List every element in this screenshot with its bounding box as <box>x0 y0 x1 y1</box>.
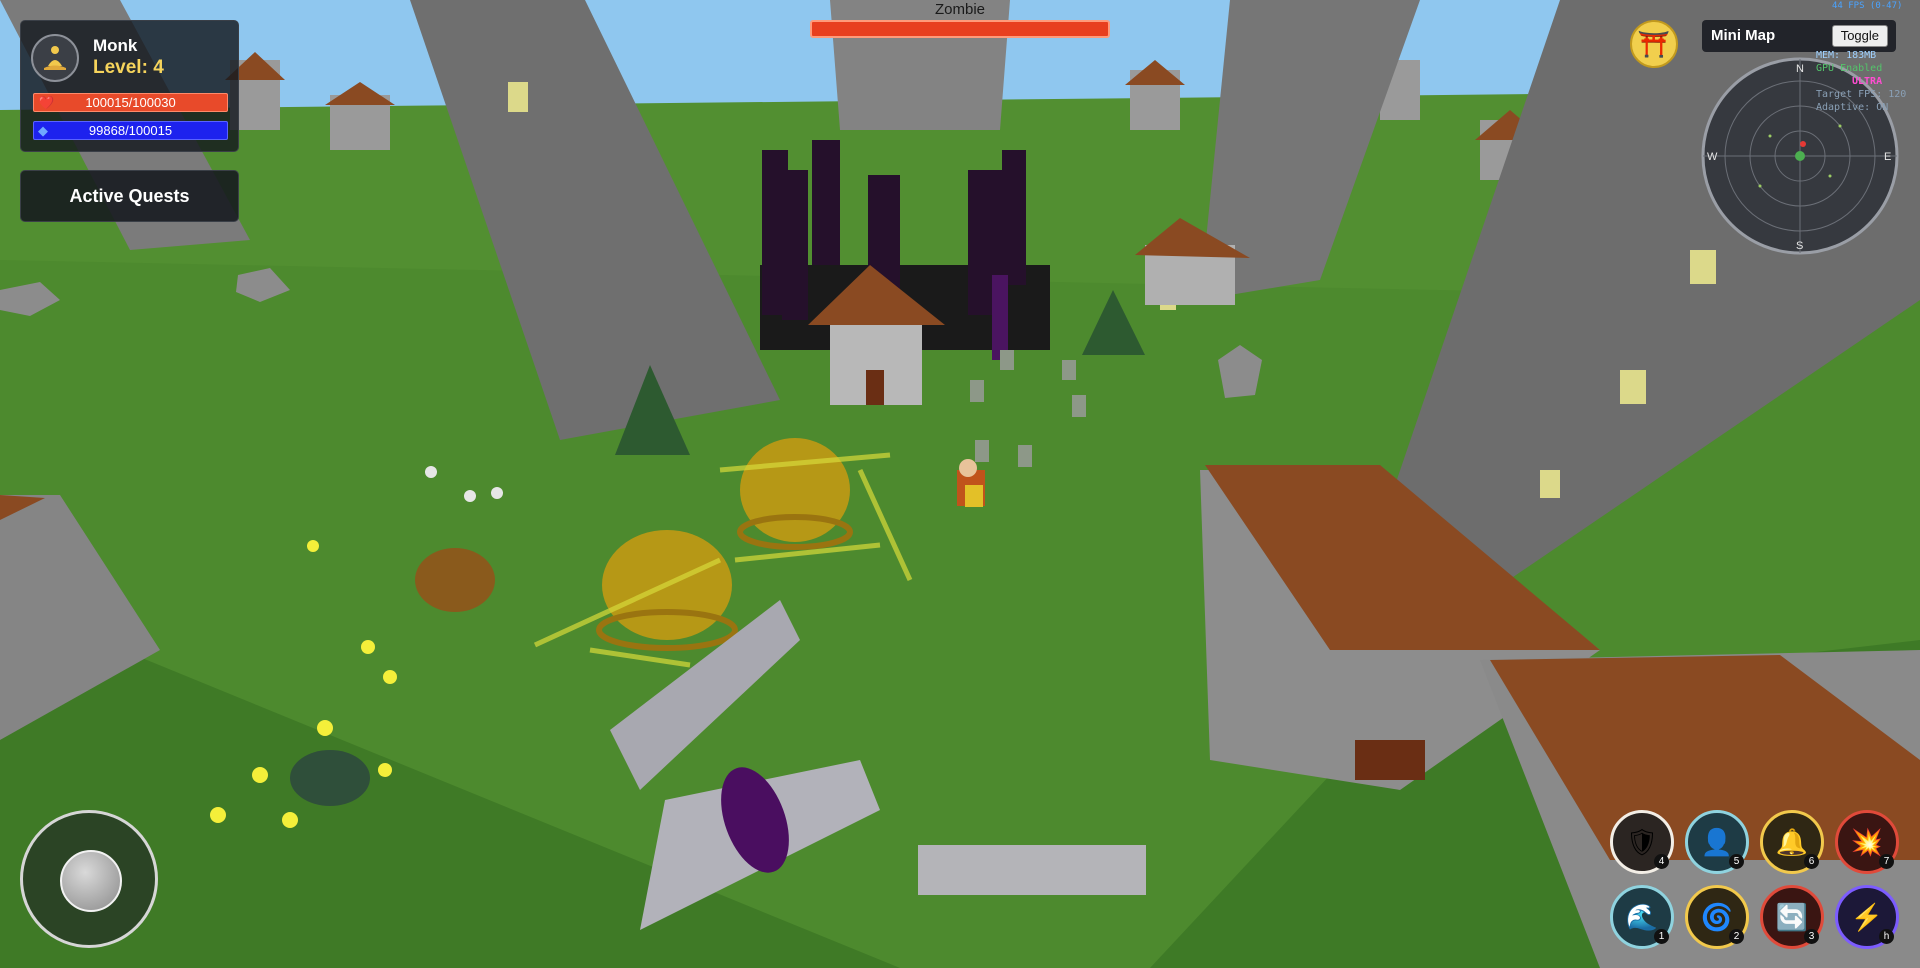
skill-button-7[interactable]: 💥 7 <box>1835 810 1899 874</box>
lightning-icon: ⚡ <box>1850 901 1884 932</box>
memory-readout: MEM: 183MB <box>1816 50 1877 61</box>
performance-overlay: 44 FPS (0-47) MEM: 183MB GPU Enabled ULT… <box>1816 0 1920 114</box>
skill-key-7: 7 <box>1879 854 1894 869</box>
skill-key-h: h <box>1879 929 1894 944</box>
target-name: Zombie <box>934 1 986 18</box>
skill-key-4: 4 <box>1654 854 1669 869</box>
skill-key-5: 5 <box>1729 854 1744 869</box>
compass-east: E <box>1884 151 1891 163</box>
player-name: Monk <box>93 36 138 55</box>
skill-button-2[interactable]: 🌀 2 <box>1685 885 1749 949</box>
mana-value: 99868/100015 <box>88 123 173 138</box>
compass-south: S <box>1796 240 1803 252</box>
skill-button-4[interactable]: 🛡 4 <box>1610 810 1674 874</box>
silhouette-icon: 👤 <box>1700 826 1734 857</box>
minimap-title: Mini Map <box>1711 27 1776 44</box>
bell-icon: 🔔 <box>1775 826 1809 857</box>
compass-west: W <box>1707 151 1718 163</box>
health-bar: ❤️ 100015/100030 <box>33 93 228 112</box>
virtual-joystick[interactable] <box>20 810 158 948</box>
meditating-monk-icon <box>31 34 79 82</box>
skill-button-h[interactable]: ⚡ h <box>1835 885 1899 949</box>
wave-icon: 🌊 <box>1625 901 1659 932</box>
adaptive-setting: Adaptive: ON <box>1816 102 1889 113</box>
active-quests-button[interactable]: Active Quests <box>20 170 239 222</box>
player-marker <box>1795 151 1805 161</box>
health-value: 100015/100030 <box>85 95 176 110</box>
torii-gate-icon[interactable]: ⛩️ <box>1630 20 1678 68</box>
enemy-marker <box>1800 141 1806 147</box>
target-fps: Target FPS: 120 <box>1816 89 1907 100</box>
shield-icon: 🛡 <box>1625 826 1659 857</box>
explosion-icon: 💥 <box>1850 826 1884 857</box>
skill-key-1: 1 <box>1654 929 1669 944</box>
skill-button-1[interactable]: 🌊 1 <box>1610 885 1674 949</box>
skill-button-3[interactable]: 🔄 3 <box>1760 885 1824 949</box>
skill-key-3: 3 <box>1804 929 1819 944</box>
spiral-icon: 🌀 <box>1700 901 1734 932</box>
cycle-icon: 🔄 <box>1775 901 1809 932</box>
target-health-bar <box>810 20 1110 38</box>
skill-key-6: 6 <box>1804 854 1819 869</box>
player-level: Level: 4 <box>93 57 164 78</box>
fps-counter: 44 FPS (0-47) <box>1832 1 1903 11</box>
player-panel: Monk Level: 4 ❤️ 100015/100030 ◆ 99868/1… <box>20 20 239 152</box>
compass-north: N <box>1796 63 1804 75</box>
skill-button-6[interactable]: 🔔 6 <box>1760 810 1824 874</box>
mana-bar: ◆ 99868/100015 <box>33 121 228 140</box>
gpu-status: GPU Enabled <box>1816 63 1883 74</box>
skill-button-5[interactable]: 👤 5 <box>1685 810 1749 874</box>
skill-key-2: 2 <box>1729 929 1744 944</box>
joystick-knob[interactable] <box>60 850 122 912</box>
quality-setting: ULTRA <box>1852 76 1883 87</box>
